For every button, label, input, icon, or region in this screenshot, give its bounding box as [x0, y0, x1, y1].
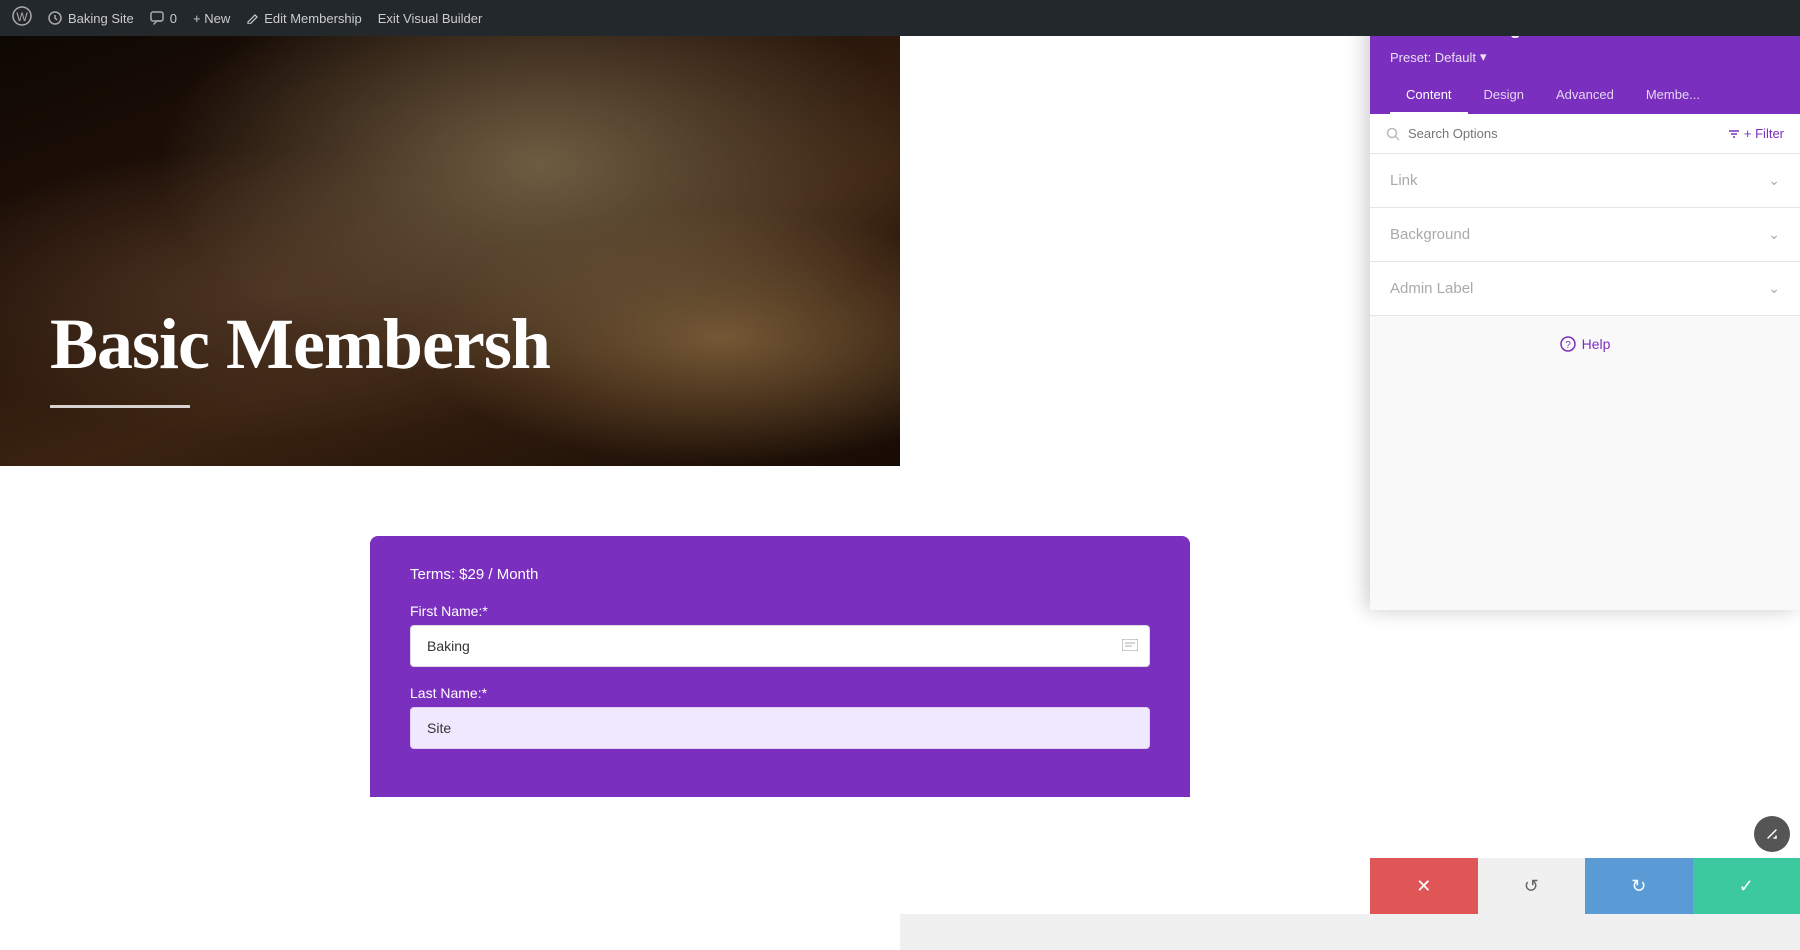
accordion-admin-label-chevron-icon: ⌄	[1768, 280, 1780, 297]
tab-member[interactable]: Membe...	[1630, 77, 1716, 114]
accordion-link-chevron-icon: ⌄	[1768, 172, 1780, 189]
last-name-label: Last Name:*	[410, 685, 1150, 701]
accordion-admin-label-label: Admin Label	[1390, 280, 1473, 297]
admin-bar: W Baking Site 0 + New Edit Membership Ex…	[0, 0, 1800, 36]
first-name-wrapper	[410, 625, 1150, 667]
cancel-button[interactable]: ✕	[1370, 858, 1478, 914]
accordion-background-chevron-icon: ⌄	[1768, 226, 1780, 243]
accordion-link-label: Link	[1390, 172, 1418, 189]
search-row: + Filter	[1370, 114, 1800, 154]
comments-count: 0	[170, 11, 177, 26]
comments-link[interactable]: 0	[150, 11, 177, 26]
redo-button[interactable]: ↻	[1585, 858, 1693, 914]
tab-advanced[interactable]: Advanced	[1540, 77, 1630, 114]
panel-preset[interactable]: Preset: Default ▾	[1390, 49, 1780, 65]
tab-content[interactable]: Content	[1390, 77, 1468, 114]
search-icon	[1386, 127, 1400, 141]
preset-chevron-icon: ▾	[1480, 49, 1487, 65]
help-icon: ?	[1560, 336, 1576, 352]
accordion-link: Link ⌄	[1370, 154, 1800, 208]
save-button[interactable]: ✓	[1693, 858, 1800, 914]
accordion-background-label: Background	[1390, 226, 1470, 243]
accordion-admin-label-header[interactable]: Admin Label ⌄	[1370, 262, 1800, 315]
help-row[interactable]: ? Help	[1370, 316, 1800, 372]
accordion-background: Background ⌄	[1370, 208, 1800, 262]
panel-body: + Filter Link ⌄ Background ⌄ Admin Label…	[1370, 114, 1800, 610]
action-bar: ✕ ↺ ↻ ✓	[1370, 858, 1800, 914]
search-options-input[interactable]	[1408, 126, 1720, 141]
new-link[interactable]: + New	[193, 11, 230, 26]
edit-membership-link[interactable]: Edit Membership	[246, 11, 362, 26]
undo-button[interactable]: ↺	[1478, 858, 1586, 914]
drag-handle-button[interactable]	[1754, 816, 1790, 852]
first-name-label: First Name:*	[410, 603, 1150, 619]
first-name-input[interactable]	[410, 625, 1150, 667]
accordion-admin-label: Admin Label ⌄	[1370, 262, 1800, 316]
site-name-link[interactable]: Baking Site	[48, 11, 134, 26]
accordion-link-header[interactable]: Link ⌄	[1370, 154, 1800, 207]
filter-label: + Filter	[1744, 126, 1784, 141]
svg-text:?: ?	[1565, 340, 1571, 351]
tab-design[interactable]: Design	[1468, 77, 1540, 114]
membership-form-section: Terms: $29 / Month First Name:* Last Nam…	[370, 536, 1190, 797]
wp-logo-icon[interactable]: W	[12, 6, 32, 31]
hero-underline	[50, 405, 190, 408]
panel-tabs: Content Design Advanced Membe...	[1390, 77, 1780, 114]
hero-section: Basic Membersh	[0, 36, 900, 466]
site-name-label: Baking Site	[68, 11, 134, 26]
hero-title: Basic Membersh	[50, 303, 550, 386]
help-label: Help	[1582, 336, 1611, 352]
exit-visual-builder-link[interactable]: Exit Visual Builder	[378, 11, 483, 26]
section-settings-panel: Section Settings ⋮ Preset: Default ▾ Con…	[1370, 0, 1800, 610]
form-terms: Terms: $29 / Month	[410, 566, 1150, 583]
svg-text:W: W	[16, 10, 28, 24]
input-icon	[1122, 638, 1138, 654]
last-name-input[interactable]	[410, 707, 1150, 749]
hero-overlay	[0, 36, 900, 466]
accordion-background-header[interactable]: Background ⌄	[1370, 208, 1800, 261]
filter-button[interactable]: + Filter	[1728, 126, 1784, 141]
last-name-wrapper	[410, 707, 1150, 749]
